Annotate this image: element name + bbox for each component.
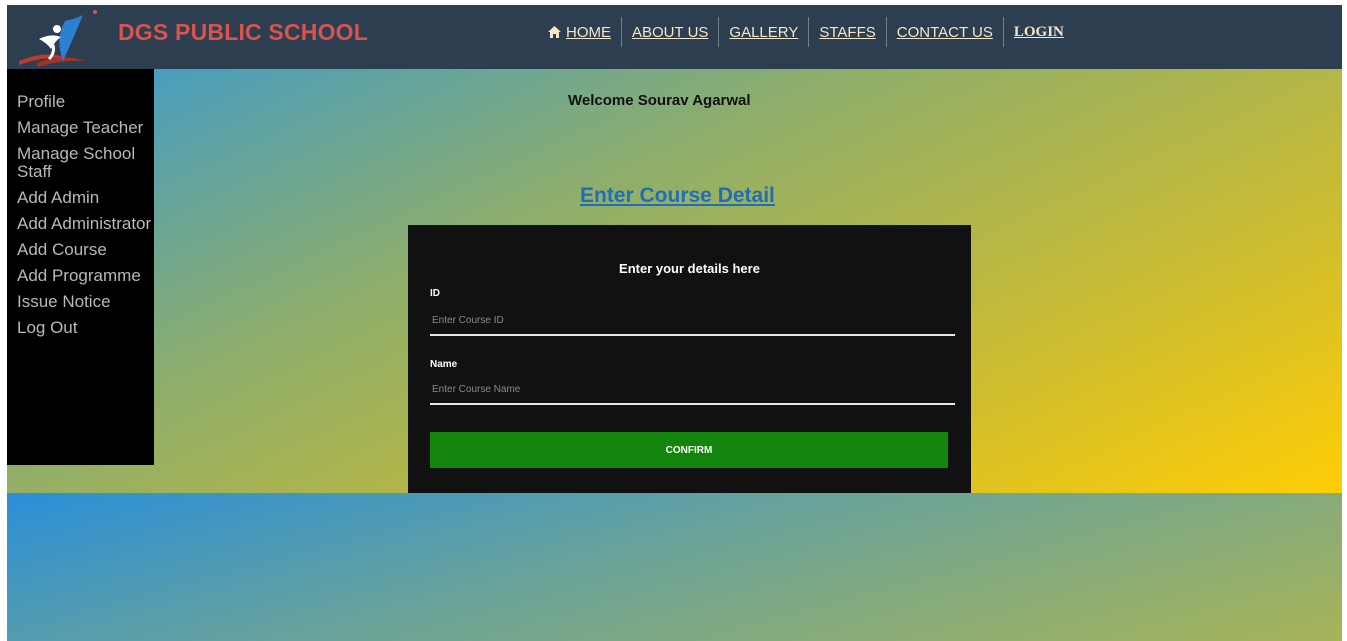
sidebar-item-log-out[interactable]: Log Out [17, 319, 152, 337]
sidebar-item-profile[interactable]: Profile [17, 93, 152, 111]
school-logo[interactable] [17, 9, 109, 69]
sidebar-item-add-administrator[interactable]: Add Administrator [17, 215, 152, 233]
nav-gallery[interactable]: GALLERY [719, 17, 810, 47]
logo-graphic [19, 10, 97, 67]
course-name-input[interactable] [430, 375, 955, 405]
nav-contact-us[interactable]: CONTACT US [887, 17, 1004, 47]
id-label: ID [430, 288, 440, 299]
sidebar-menu: Profile Manage Teacher Manage School Sta… [17, 93, 152, 345]
welcome-message: Welcome Sourav Agarwal [568, 92, 751, 109]
home-icon [548, 26, 561, 38]
sidebar-item-add-programme[interactable]: Add Programme [17, 267, 152, 285]
page-title[interactable]: Enter Course Detail [580, 184, 775, 208]
nav-about-us[interactable]: ABOUT US [622, 17, 720, 47]
course-id-input[interactable] [430, 306, 955, 336]
course-form-card: Enter your details here ID Name CONFIRM [408, 225, 971, 493]
name-label: Name [430, 359, 458, 370]
sidebar-item-manage-teacher[interactable]: Manage Teacher [17, 119, 152, 137]
main-nav: HOME ABOUT US GALLERY STAFFS CONTACT US … [540, 17, 1074, 47]
nav-login[interactable]: LOGIN [1004, 17, 1074, 47]
sidebar-item-add-course[interactable]: Add Course [17, 241, 152, 259]
nav-home[interactable]: HOME [540, 17, 622, 47]
sidebar: Profile Manage Teacher Manage School Sta… [7, 69, 154, 465]
confirm-button[interactable]: CONFIRM [430, 432, 948, 468]
site-header: DGS PUBLIC SCHOOL HOME ABOUT US GALLERY … [7, 5, 1342, 69]
sidebar-item-manage-school-staff[interactable]: Manage School Staff [17, 145, 152, 181]
form-title: Enter your details here [619, 261, 760, 276]
sidebar-item-add-admin[interactable]: Add Admin [17, 189, 152, 207]
nav-home-label: HOME [566, 23, 611, 41]
brand-name[interactable]: DGS PUBLIC SCHOOL [118, 19, 368, 46]
lower-background [7, 493, 1342, 641]
page-frame: DGS PUBLIC SCHOOL HOME ABOUT US GALLERY … [7, 5, 1342, 641]
sidebar-item-issue-notice[interactable]: Issue Notice [17, 293, 152, 311]
nav-staffs[interactable]: STAFFS [809, 17, 887, 47]
